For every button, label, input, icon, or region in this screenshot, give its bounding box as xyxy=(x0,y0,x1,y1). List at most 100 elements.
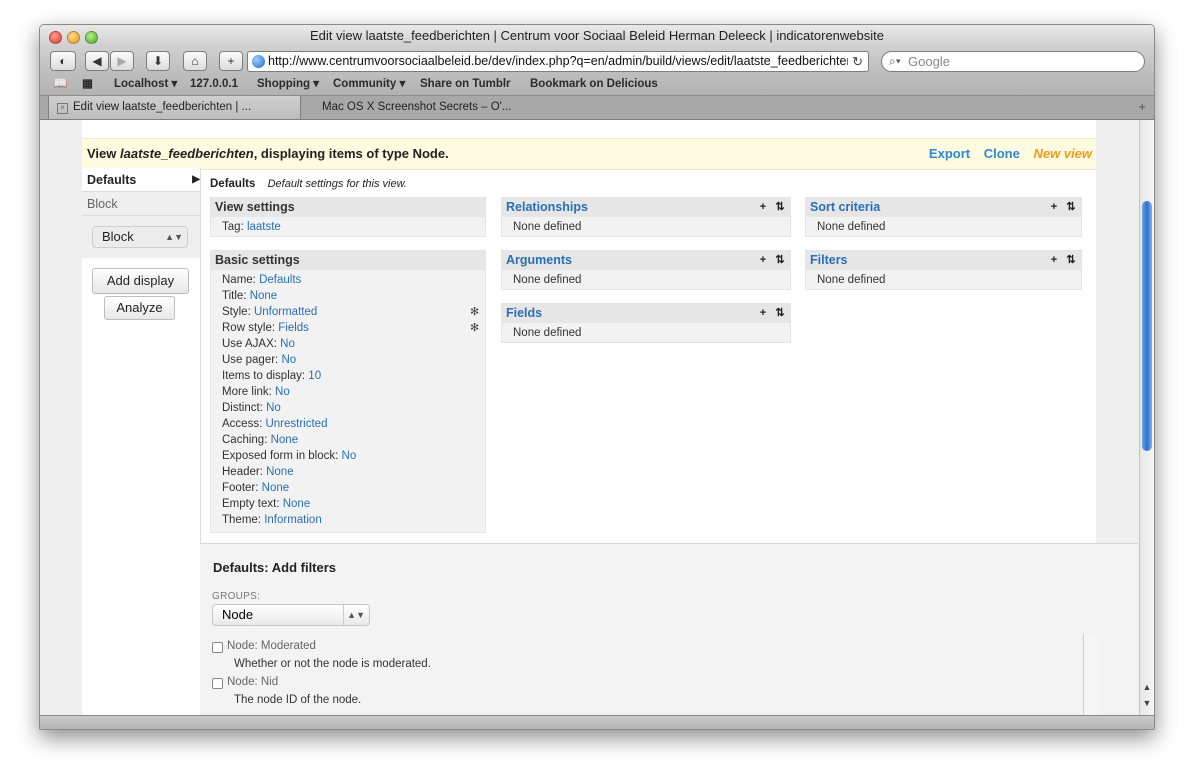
setting-link[interactable]: Defaults xyxy=(259,274,301,286)
fields-box: Fields + ⇅ None defined xyxy=(501,303,791,343)
new-tab-icon[interactable]: + xyxy=(1138,96,1146,118)
setting-link[interactable]: None xyxy=(283,498,311,510)
forward-button[interactable]: ▶ xyxy=(110,51,134,71)
view-actions: Export Clone New view xyxy=(919,139,1092,168)
add-icon[interactable]: + xyxy=(1047,253,1061,267)
setting-link[interactable]: 10 xyxy=(308,370,321,382)
rearrange-icon[interactable]: ⇅ xyxy=(1064,253,1078,267)
rearrange-icon[interactable]: ⇅ xyxy=(1064,200,1078,214)
add-icon[interactable]: + xyxy=(756,306,770,320)
minimize-window-button[interactable] xyxy=(67,31,80,44)
scroll-down-arrow[interactable]: ▼ xyxy=(1140,698,1154,708)
arguments-value: None defined xyxy=(513,274,582,286)
tab-edit-view[interactable]: × Edit view laatste_feedberichten | ... xyxy=(48,96,301,119)
setting-link[interactable]: None xyxy=(271,434,299,446)
select-arrows-icon: ▲▼ xyxy=(343,605,365,625)
home-icon[interactable]: ⌂ xyxy=(183,51,207,71)
scroll-up-arrow[interactable]: ▲ xyxy=(1140,682,1154,692)
search-input[interactable]: ⌕▾ Google xyxy=(881,51,1145,72)
safety-icon[interactable]: ◐ xyxy=(50,51,76,71)
rearrange-icon[interactable]: ⇅ xyxy=(773,253,787,267)
tab-screenshot-secrets[interactable]: Mac OS X Screenshot Secrets – O'... xyxy=(302,96,552,119)
arguments-title[interactable]: Arguments + ⇅ xyxy=(502,251,790,270)
setting-link[interactable]: No xyxy=(342,450,357,462)
add-display-button[interactable]: Add display xyxy=(92,268,189,294)
clone-link[interactable]: Clone xyxy=(984,146,1020,161)
setting-link[interactable]: No xyxy=(266,402,281,414)
filter-checkbox-nid[interactable] xyxy=(212,678,223,689)
setting-link[interactable]: None xyxy=(262,482,290,494)
add-bookmark-button[interactable]: + xyxy=(219,51,243,71)
setting-link[interactable]: None xyxy=(266,466,294,478)
title-bar: Edit view laatste_feedberichten | Centru… xyxy=(40,25,1154,47)
close-tab-icon[interactable]: × xyxy=(57,103,68,114)
view-heading: View laatste_feedberichten, displaying i… xyxy=(87,146,449,161)
groups-label: GROUPS: xyxy=(212,591,261,602)
scrollbar-thumb[interactable] xyxy=(1142,201,1152,451)
back-button[interactable]: ◀ xyxy=(85,51,109,71)
analyze-button[interactable]: Analyze xyxy=(104,296,175,320)
setting-row: Style: Unformatted ✻ xyxy=(211,304,485,320)
relationships-box: Relationships + ⇅ None defined xyxy=(501,197,791,237)
tag-link[interactable]: laatste xyxy=(247,221,281,233)
setting-link[interactable]: Unformatted xyxy=(254,306,317,318)
page-scrollbar[interactable]: ▲ ▼ xyxy=(1139,120,1154,715)
setting-row: More link: No xyxy=(222,386,290,398)
select-arrows-icon: ▲▼ xyxy=(165,232,183,242)
url-field[interactable]: http://www.centrumvoorsociaalbeleid.be/d… xyxy=(247,51,869,72)
basic-settings-lines: Name: Defaults Title: None Style: Unform… xyxy=(211,272,485,528)
gear-icon[interactable]: ✻ xyxy=(470,306,482,318)
sort-criteria-value: None defined xyxy=(817,221,886,233)
setting-link[interactable]: Unrestricted xyxy=(265,418,327,430)
setting-link[interactable]: None xyxy=(250,290,278,302)
sort-criteria-title[interactable]: Sort criteria + ⇅ xyxy=(806,198,1081,217)
display-tab-defaults[interactable]: Defaults ▶ xyxy=(82,168,200,192)
relationships-value: None defined xyxy=(513,221,582,233)
tab-label: Edit view laatste_feedberichten | ... xyxy=(73,101,252,113)
left-margin xyxy=(40,120,82,715)
download-icon[interactable]: ⬇ xyxy=(146,51,170,71)
filter-option-description: Whether or not the node is moderated. xyxy=(234,658,431,670)
setting-row: Use pager: No xyxy=(222,354,297,366)
setting-row: Row style: Fields ✻ xyxy=(211,320,485,336)
rearrange-icon[interactable]: ⇅ xyxy=(773,200,787,214)
reading-list-icon[interactable]: 📖 xyxy=(53,75,67,94)
bookmark-delicious[interactable]: Bookmark on Delicious xyxy=(530,75,658,94)
tab-label: Mac OS X Screenshot Secrets – O'... xyxy=(322,101,512,113)
setting-link[interactable]: No xyxy=(281,354,296,366)
setting-link[interactable]: Fields xyxy=(278,322,309,334)
bookmark-community[interactable]: Community ▾ xyxy=(333,75,405,94)
filter-checkbox-moderated[interactable] xyxy=(212,642,223,653)
bookmark-localhost[interactable]: Localhost ▾ xyxy=(114,75,177,94)
options-scrollbar[interactable] xyxy=(1083,634,1097,715)
sort-criteria-box: Sort criteria + ⇅ None defined xyxy=(805,197,1082,237)
basic-settings-title: Basic settings xyxy=(211,251,485,270)
filters-box: Filters + ⇅ None defined xyxy=(805,250,1082,290)
setting-link[interactable]: Information xyxy=(264,514,322,526)
reload-icon[interactable]: ↻ xyxy=(852,52,863,71)
filters-title[interactable]: Filters + ⇅ xyxy=(806,251,1081,270)
bookmark-shopping[interactable]: Shopping ▾ xyxy=(257,75,319,94)
add-icon[interactable]: + xyxy=(756,253,770,267)
setting-link[interactable]: No xyxy=(275,386,290,398)
setting-link[interactable]: No xyxy=(280,338,295,350)
gear-icon[interactable]: ✻ xyxy=(470,322,482,334)
display-tab-block[interactable]: Block xyxy=(82,192,200,216)
zoom-window-button[interactable] xyxy=(85,31,98,44)
bookmark-127[interactable]: 127.0.0.1 xyxy=(190,75,238,94)
add-filters-title: Defaults: Add filters xyxy=(213,560,337,575)
fields-value: None defined xyxy=(513,327,582,339)
groups-select[interactable]: Node ▲▼ xyxy=(212,604,370,626)
relationships-title[interactable]: Relationships + ⇅ xyxy=(502,198,790,217)
top-sites-icon[interactable]: ▦ xyxy=(82,75,93,94)
bookmark-tumblr[interactable]: Share on Tumblr xyxy=(420,75,511,94)
search-placeholder: Google xyxy=(908,54,950,69)
display-type-select[interactable]: Block ▲▼ xyxy=(92,226,188,248)
fields-title[interactable]: Fields + ⇅ xyxy=(502,304,790,323)
export-link[interactable]: Export xyxy=(929,146,970,161)
add-icon[interactable]: + xyxy=(1047,200,1061,214)
close-window-button[interactable] xyxy=(49,31,62,44)
add-icon[interactable]: + xyxy=(756,200,770,214)
rearrange-icon[interactable]: ⇅ xyxy=(773,306,787,320)
new-view-link[interactable]: New view xyxy=(1033,146,1092,161)
